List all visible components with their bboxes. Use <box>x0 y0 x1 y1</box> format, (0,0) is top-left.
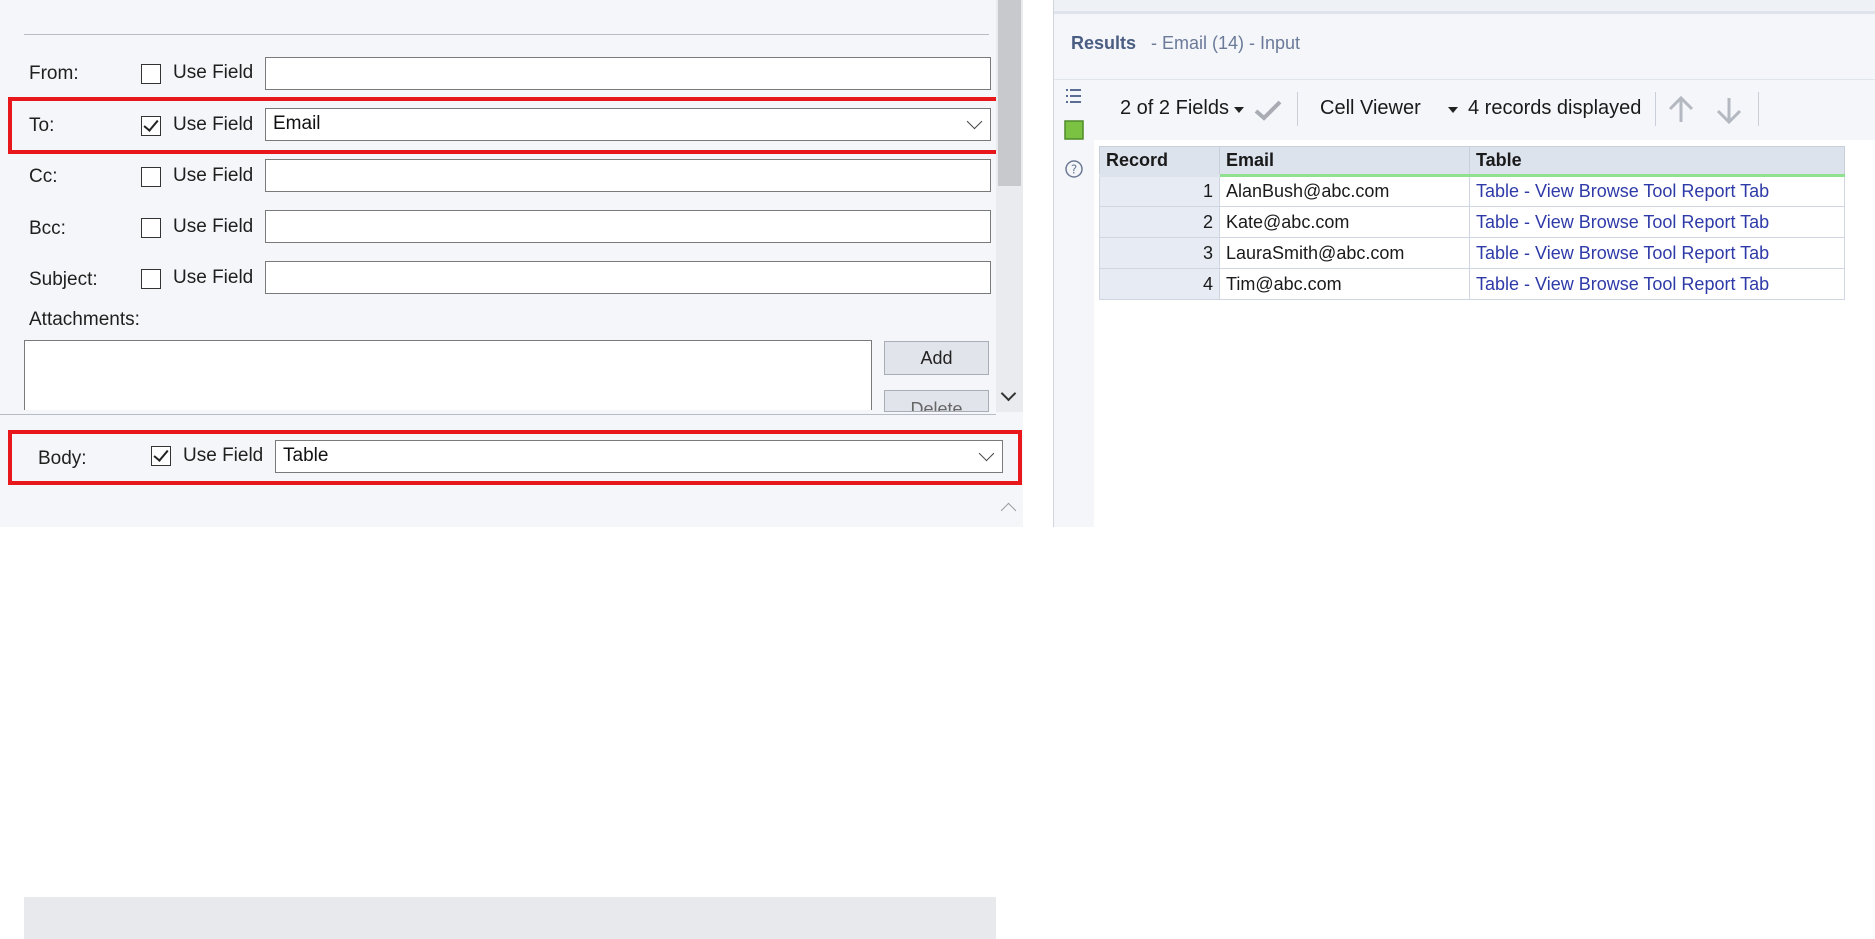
from-label: From: <box>29 63 79 84</box>
table-row[interactable]: 1 AlanBush@abc.com Table - View Browse T… <box>1099 175 1845 207</box>
email-cell[interactable]: AlanBush@abc.com <box>1219 175 1470 207</box>
table-cell[interactable]: Table - View Browse Tool Report Tab <box>1469 268 1845 300</box>
from-use-field-label: Use Field <box>173 62 254 83</box>
subject-field[interactable] <box>265 261 991 294</box>
table-cell[interactable]: Table - View Browse Tool Report Tab <box>1469 206 1845 238</box>
results-side-toolbar: ? <box>1054 80 1094 527</box>
results-top-strip <box>1054 0 1875 14</box>
toolbar-separator <box>1655 92 1656 126</box>
cell-viewer-selector[interactable]: Cell Viewer <box>1320 97 1421 120</box>
results-panel: Results - Email (14) - Input ? 2 of 2 Fi… <box>1053 0 1875 527</box>
record-number: 4 <box>1099 268 1220 300</box>
records-displayed: 4 records displayed <box>1468 97 1642 119</box>
cc-use-field-label: Use Field <box>173 165 254 186</box>
attachments-label: Attachments: <box>29 309 140 330</box>
body-section: Body: Use Field Table <box>0 412 1023 939</box>
fields-selector[interactable]: 2 of 2 Fields <box>1120 97 1229 120</box>
to-row-highlight <box>8 97 1022 154</box>
email-cell[interactable]: Tim@abc.com <box>1219 268 1470 300</box>
cell-viewer-caret-icon[interactable] <box>1448 107 1458 113</box>
delete-attachment-button[interactable]: Delete <box>884 390 989 412</box>
checkmark-icon[interactable] <box>1253 98 1283 122</box>
from-field[interactable] <box>265 57 991 90</box>
toolbar-separator <box>1297 92 1298 126</box>
record-number: 2 <box>1099 206 1220 238</box>
email-cell[interactable]: Kate@abc.com <box>1219 206 1470 238</box>
arrow-down-icon[interactable] <box>1714 94 1744 126</box>
data-view-icon[interactable] <box>1064 120 1084 140</box>
subject-use-field-label: Use Field <box>173 267 254 288</box>
table-cell[interactable]: Table - View Browse Tool Report Tab <box>1469 175 1845 207</box>
body-lower-area <box>24 897 996 939</box>
email-cell[interactable]: LauraSmith@abc.com <box>1219 237 1470 269</box>
table-row[interactable]: 3 LauraSmith@abc.com Table - View Browse… <box>1099 237 1845 269</box>
section-divider <box>24 34 989 35</box>
record-number: 3 <box>1099 237 1220 269</box>
results-table: Record Email Table 1 AlanBush@abc.com Ta… <box>1099 146 1850 300</box>
body-row-highlight <box>8 430 1022 485</box>
column-header-email[interactable]: Email <box>1219 146 1470 177</box>
list-icon[interactable] <box>1064 86 1084 106</box>
help-icon[interactable]: ? <box>1064 159 1084 179</box>
bcc-use-field-label: Use Field <box>173 216 254 237</box>
cc-field[interactable] <box>265 159 991 192</box>
email-config-panel: From: Use Field To: Use Field Email Cc: … <box>0 0 1023 939</box>
panel-divider[interactable] <box>1023 0 1053 527</box>
results-toolbar: 2 of 2 Fields Cell Viewer 4 records disp… <box>1094 80 1875 140</box>
arrow-up-icon[interactable] <box>1666 94 1696 126</box>
scrollbar-thumb[interactable] <box>998 0 1021 186</box>
table-cell[interactable]: Table - View Browse Tool Report Tab <box>1469 237 1845 269</box>
column-header-record[interactable]: Record <box>1099 146 1220 177</box>
fields-dropdown-caret-icon[interactable] <box>1234 107 1244 113</box>
toolbar-separator <box>1758 92 1759 126</box>
svg-text:?: ? <box>1071 163 1077 177</box>
results-title: Results <box>1071 33 1137 53</box>
bcc-use-field-checkbox[interactable] <box>141 218 161 238</box>
column-header-table[interactable]: Table <box>1469 146 1845 177</box>
subject-use-field-checkbox[interactable] <box>141 269 161 289</box>
results-header: Results - Email (14) - Input <box>1054 14 1875 80</box>
add-attachment-button[interactable]: Add <box>884 341 989 375</box>
table-row[interactable]: 2 Kate@abc.com Table - View Browse Tool … <box>1099 206 1845 238</box>
table-row[interactable]: 4 Tim@abc.com Table - View Browse Tool R… <box>1099 268 1845 300</box>
cc-use-field-checkbox[interactable] <box>141 167 161 187</box>
body-divider <box>0 414 996 415</box>
config-scrollbar[interactable] <box>996 0 1023 412</box>
bcc-field[interactable] <box>265 210 991 243</box>
record-number: 1 <box>1099 175 1220 207</box>
cc-label: Cc: <box>29 166 58 187</box>
attachments-list[interactable] <box>24 340 872 410</box>
from-use-field-checkbox[interactable] <box>141 64 161 84</box>
results-subtitle: - Email (14) - Input <box>1151 33 1301 53</box>
scroll-down-icon[interactable] <box>1000 385 1017 402</box>
bcc-label: Bcc: <box>29 218 66 239</box>
subject-label: Subject: <box>29 269 98 290</box>
